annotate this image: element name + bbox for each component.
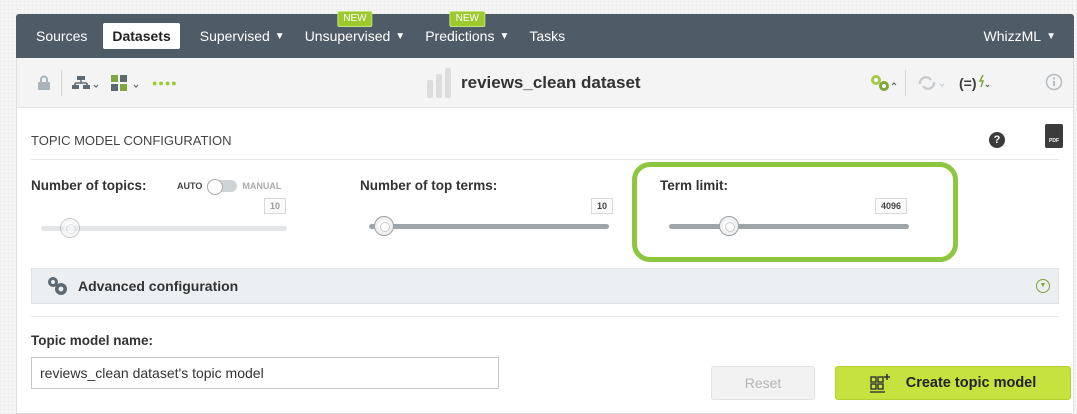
create-topic-model-label: Create topic model xyxy=(905,375,1037,391)
topic-model-name-label: Topic model name: xyxy=(31,333,154,348)
nav-whizzml-label: WhizzML xyxy=(983,28,1042,44)
toggle-switch[interactable] xyxy=(207,179,238,195)
chevron-down-icon: ▼ xyxy=(499,30,510,42)
topics-slider-thumb[interactable] xyxy=(60,218,80,238)
chevron-down-icon: ▼ xyxy=(395,30,406,42)
sync-icon[interactable] xyxy=(917,74,947,92)
info-icon[interactable] xyxy=(1045,73,1063,91)
nav-datasets[interactable]: Datasets xyxy=(103,23,180,49)
nav-sources-label: Sources xyxy=(36,28,88,44)
dataset-bars-icon xyxy=(427,68,451,98)
lock-icon[interactable] xyxy=(37,75,51,91)
number-of-topics-label: Number of topics: xyxy=(31,178,147,193)
top-terms-slider-thumb[interactable] xyxy=(374,216,394,236)
reset-button[interactable]: Reset xyxy=(711,366,815,400)
top-terms-slider-track[interactable] xyxy=(369,224,609,229)
topics-value: 10 xyxy=(264,198,287,214)
number-of-top-terms-label: Number of top terms: xyxy=(360,178,498,193)
main-panel: ●●●● reviews_clean dataset (=) TOPIC MOD… xyxy=(16,58,1074,414)
advanced-configuration-bar[interactable]: Advanced configuration ▼ xyxy=(31,268,1059,304)
nav-supervised-label: Supervised xyxy=(199,28,270,44)
toolbar-divider xyxy=(905,70,906,96)
more-actions-dots[interactable]: ●●●● xyxy=(152,78,178,88)
toggle-manual-label: MANUAL xyxy=(242,181,282,191)
new-badge: NEW xyxy=(449,11,485,27)
dataset-title: reviews_clean dataset xyxy=(461,73,641,92)
create-topic-model-button[interactable]: Create topic model xyxy=(835,366,1071,400)
topic-model-icon xyxy=(869,373,892,393)
dataset-split-icon[interactable] xyxy=(110,74,142,92)
nav-unsupervised[interactable]: NEW Unsupervised ▼ xyxy=(304,11,406,44)
nav-sources[interactable]: Sources xyxy=(36,28,87,44)
nav-tasks-label: Tasks xyxy=(529,28,566,44)
term-limit-highlight xyxy=(632,162,958,262)
help-icon[interactable]: ? xyxy=(989,132,1005,148)
top-nav: Sources Datasets Supervised ▼ NEW Unsupe… xyxy=(16,11,1074,58)
nav-supervised[interactable]: Supervised ▼ xyxy=(200,28,285,44)
nav-tasks[interactable]: Tasks xyxy=(529,28,565,44)
top-terms-value: 10 xyxy=(591,198,614,214)
formula-icon[interactable]: (=) xyxy=(959,73,991,93)
gears-icon xyxy=(46,276,70,296)
nav-whizzml[interactable]: WhizzML ▼ xyxy=(984,28,1056,44)
advanced-configuration-label: Advanced configuration xyxy=(78,278,239,294)
auto-manual-toggle[interactable]: AUTO MANUAL xyxy=(177,179,282,195)
new-badge: NEW xyxy=(337,11,373,27)
topic-model-name-input[interactable] xyxy=(31,357,499,389)
divider xyxy=(31,159,1059,160)
nav-datasets-label: Datasets xyxy=(112,28,171,44)
svg-text:(=): (=) xyxy=(959,75,977,91)
expand-chevron-icon[interactable]: ▼ xyxy=(1036,279,1050,293)
pdf-icon[interactable]: PDF xyxy=(1045,124,1063,148)
toolbar-divider xyxy=(61,69,62,96)
configure-gears-icon[interactable] xyxy=(869,74,899,92)
nav-unsupervised-label: Unsupervised xyxy=(304,28,391,44)
nav-predictions-label: Predictions xyxy=(425,28,495,44)
chevron-down-icon: ▼ xyxy=(1046,30,1056,42)
dataset-title-group: reviews_clean dataset xyxy=(427,68,641,98)
chevron-down-icon: ▼ xyxy=(274,30,285,42)
divider xyxy=(31,316,1059,317)
toggle-auto-label: AUTO xyxy=(177,181,203,191)
dataset-toolbar: ●●●● reviews_clean dataset (=) xyxy=(17,58,1073,108)
section-heading: TOPIC MODEL CONFIGURATION xyxy=(31,133,232,148)
tree-structure-icon[interactable] xyxy=(72,75,100,91)
nav-predictions[interactable]: NEW Predictions ▼ xyxy=(425,11,510,44)
